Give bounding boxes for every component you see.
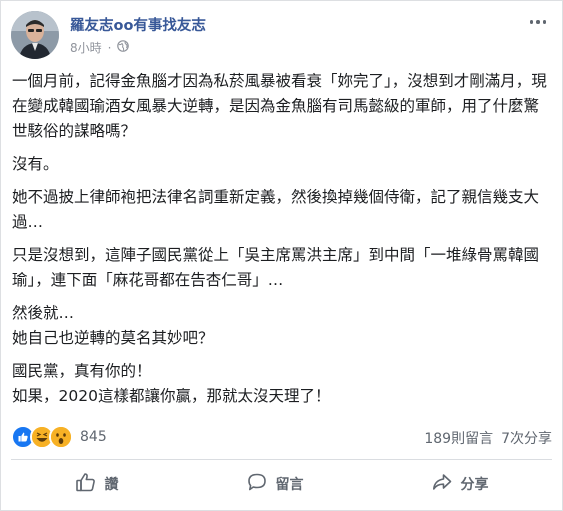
separator-dot: · xyxy=(107,40,112,55)
post-body: 一個月前，記得金魚腦才因為私菸風暴被看衰「妳完了」，沒想到才剛滿月，現在變成韓國… xyxy=(12,69,550,417)
thumbs-up-icon xyxy=(75,471,97,497)
share-count[interactable]: 7次分享 xyxy=(501,428,552,448)
divider xyxy=(11,459,552,460)
post-time[interactable]: 8小時 xyxy=(70,39,102,56)
post-paragraph: 只是沒想到，這陣子國民黨從上「吳主席罵洪主席」到中間「一堆綠骨罵韓國瑜」，連下面… xyxy=(12,246,540,289)
post-paragraph: 然後就… 她自己也逆轉的莫名其妙吧？ xyxy=(12,304,214,347)
author-name[interactable]: 羅友志oo有事找友志 xyxy=(70,14,206,35)
comment-count[interactable]: 189則留言 xyxy=(424,428,493,448)
share-button-label: 分享 xyxy=(460,477,489,493)
globe-icon xyxy=(117,40,130,55)
post-paragraph: 沒有。 xyxy=(12,155,59,173)
action-bar: 讚 留言 分享 xyxy=(11,463,552,505)
post-card: 羅友志oo有事找友志 8小時 · 一個月前，記得金魚腦才因為私菸風暴被看衰「妳完… xyxy=(0,0,563,511)
share-arrow-icon xyxy=(431,471,453,497)
reaction-count: 845 xyxy=(80,429,107,445)
like-button[interactable]: 讚 xyxy=(63,465,131,503)
comment-button[interactable]: 留言 xyxy=(234,465,316,503)
post-paragraph: 她不過披上律師袍把法律名詞重新定義，然後換掉幾個侍衛，記了親信幾支大過… xyxy=(12,188,540,231)
post-meta: 8小時 · xyxy=(70,39,130,56)
avatar[interactable] xyxy=(11,11,59,59)
comment-button-label: 留言 xyxy=(275,477,304,493)
wow-icon xyxy=(49,425,73,449)
post-paragraph: 國民黨，真有你的！ 如果，2020這樣都讓你贏，那就太沒天理了！ xyxy=(12,362,331,405)
more-options-icon[interactable] xyxy=(527,15,549,29)
like-button-label: 讚 xyxy=(104,477,119,493)
post-paragraph: 一個月前，記得金魚腦才因為私菸風暴被看衰「妳完了」，沒想到才剛滿月，現在變成韓國… xyxy=(12,72,547,140)
post-header: 羅友志oo有事找友志 8小時 · xyxy=(11,11,551,61)
share-button[interactable]: 分享 xyxy=(419,465,501,503)
reaction-summary[interactable]: 845 xyxy=(11,425,107,449)
post-stats: 189則留言 7次分享 xyxy=(424,428,552,448)
comment-bubble-icon xyxy=(246,471,268,497)
